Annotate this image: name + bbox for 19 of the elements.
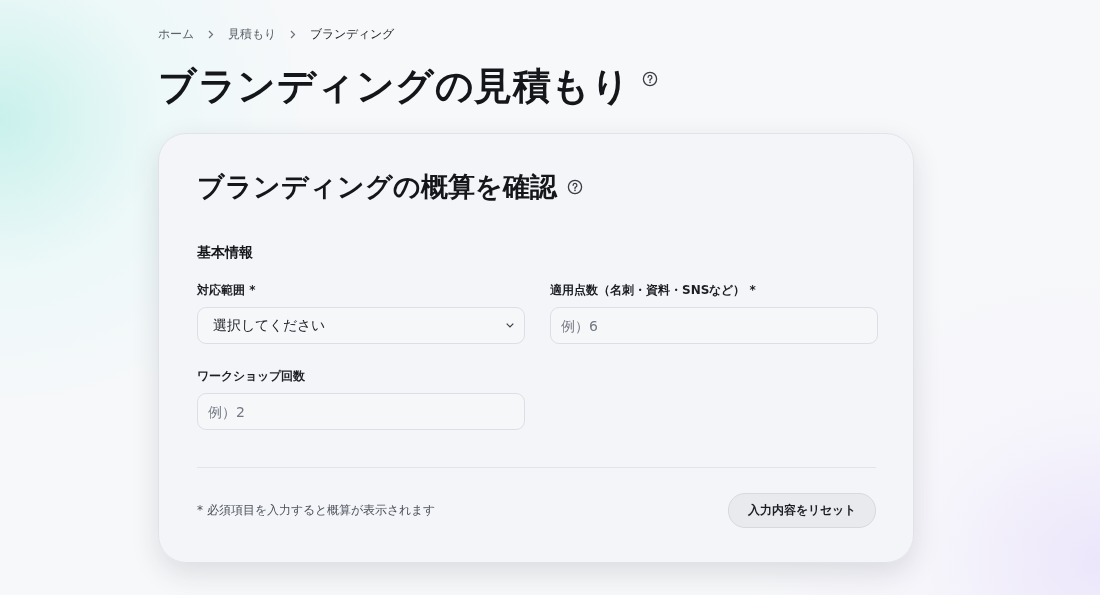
reset-button[interactable]: 入力内容をリセット <box>728 493 876 528</box>
card-title: ブランディングの概算を確認 <box>197 170 557 204</box>
chevron-down-icon <box>506 323 514 328</box>
required-note: * 必須項目を入力すると概算が表示されます <box>197 502 435 519</box>
breadcrumb-link[interactable]: ホーム <box>158 25 194 43</box>
chevron-right-icon <box>290 29 296 39</box>
field-label: 対応範囲 * <box>197 282 257 298</box>
help-icon[interactable] <box>642 71 658 87</box>
select-dropdown[interactable]: 選択してください <box>197 307 525 344</box>
help-icon[interactable] <box>567 179 583 195</box>
breadcrumb-link[interactable]: 見積もり <box>228 25 276 43</box>
page-title: ブランディングの見積もり <box>158 62 630 110</box>
chevron-right-icon <box>208 29 214 39</box>
field-label: ワークショップ回数 <box>197 368 306 384</box>
input-field[interactable]: 例）6 <box>550 307 878 344</box>
section-heading: 基本情報 <box>197 244 254 262</box>
input-field[interactable]: 例）2 <box>197 393 525 430</box>
current-page-crumb[interactable]: ブランディング <box>310 25 394 43</box>
field-label: 適用点数（名刺・資料・SNSなど） * <box>550 282 757 298</box>
